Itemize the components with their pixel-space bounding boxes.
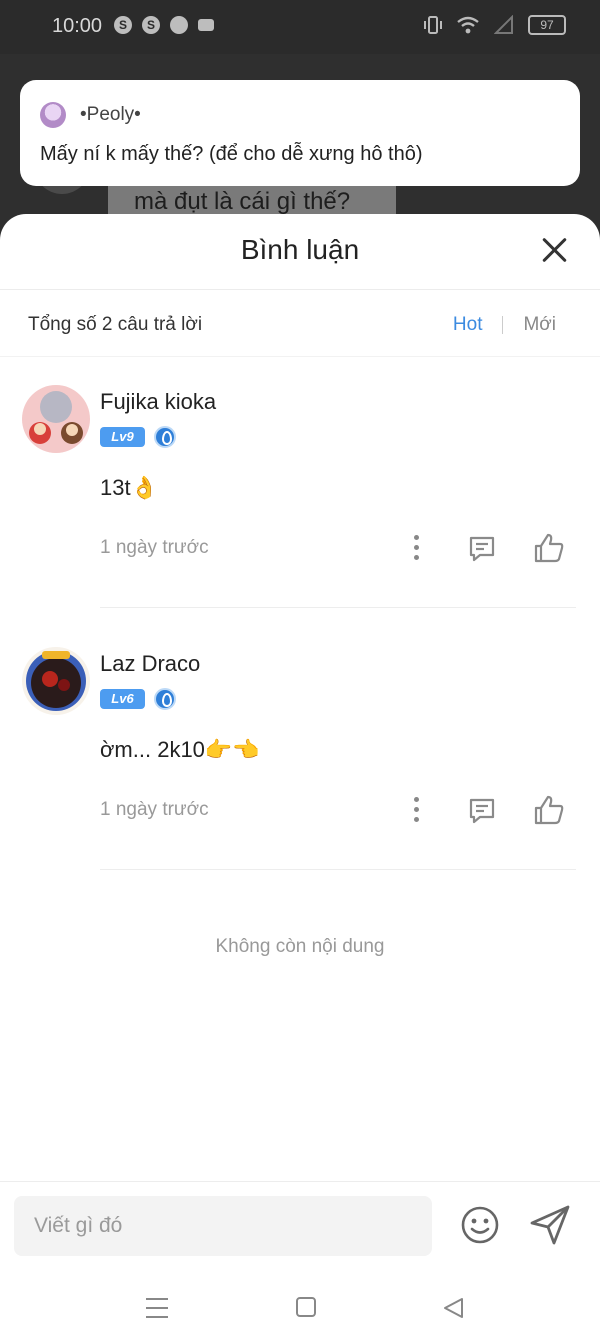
notification-banner[interactable]: •Peoly• Mấy ní k mấy thế? (để cho dễ xưn… [20, 80, 580, 186]
reply-icon[interactable] [466, 795, 498, 827]
divider [100, 607, 576, 608]
comment-text: 13t👌 [100, 475, 158, 500]
sheet-title: Bình luận [240, 234, 360, 265]
comment-timestamp: 1 ngày trước [100, 537, 209, 558]
sort-tabs: Hot Mới [453, 314, 556, 336]
wifi-icon [457, 16, 479, 34]
emoji-icon[interactable] [460, 1205, 500, 1245]
level-badge: Lv9 [100, 427, 145, 447]
reply-icon[interactable] [466, 533, 498, 565]
back-icon[interactable] [442, 1297, 464, 1319]
status-time: 10:00 [52, 15, 103, 37]
status-bar: 10:00 S S 97 [0, 0, 600, 54]
comments-sheet: Bình luận Tổng số 2 câu trả lời Hot Mới … [0, 214, 600, 1343]
divider [0, 1181, 600, 1182]
home-icon[interactable] [296, 1297, 316, 1317]
video-icon [198, 19, 214, 31]
more-options-icon[interactable] [406, 533, 426, 563]
status-notification-icons: S S [114, 16, 214, 34]
level-badge: Lv6 [100, 689, 145, 709]
menu-icon[interactable] [146, 1298, 168, 1318]
avatar[interactable] [22, 647, 90, 715]
battery-indicator: 97 [528, 15, 566, 35]
comment-item: Laz Draco Lv6 ờm... 2k10👉👈 1 ngày trước [0, 619, 600, 881]
skype-icon: S [142, 16, 160, 34]
notification-username: •Peoly• [80, 104, 141, 125]
divider [100, 869, 576, 870]
comment-author[interactable]: Fujika kioka [100, 389, 216, 415]
more-options-icon[interactable] [406, 795, 426, 825]
app-icon [170, 16, 188, 34]
notification-avatar [40, 102, 66, 128]
system-nav-bar [0, 1276, 600, 1343]
sort-new-tab[interactable]: Mới [523, 314, 556, 336]
sort-hot-tab[interactable]: Hot [453, 314, 483, 336]
notification-message: Mấy ní k mấy thế? (để cho dễ xưng hô thô… [40, 143, 423, 165]
skype-icon: S [114, 16, 132, 34]
comment-input[interactable] [14, 1196, 432, 1256]
send-icon[interactable] [528, 1203, 572, 1247]
signal-icon [494, 15, 513, 34]
verified-badge-icon [154, 688, 176, 710]
comment-timestamp: 1 ngày trước [100, 799, 209, 820]
vibrate-icon [424, 16, 442, 34]
comment-item: Fujika kioka Lv9 13t👌 1 ngày trước [0, 357, 600, 619]
verified-badge-icon [154, 426, 176, 448]
divider [0, 289, 600, 290]
status-system-icons: 97 [424, 15, 566, 35]
like-icon[interactable] [532, 531, 566, 565]
end-of-list-text: Không còn nội dung [215, 936, 385, 957]
comment-text: ờm... 2k10👉👈 [100, 737, 260, 762]
avatar[interactable] [22, 385, 90, 453]
reply-count: Tổng số 2 câu trả lời [28, 314, 203, 335]
divider [502, 316, 504, 334]
like-icon[interactable] [532, 793, 566, 827]
comment-author[interactable]: Laz Draco [100, 651, 200, 677]
comment-input-container [14, 1196, 432, 1256]
close-icon[interactable] [534, 230, 574, 270]
